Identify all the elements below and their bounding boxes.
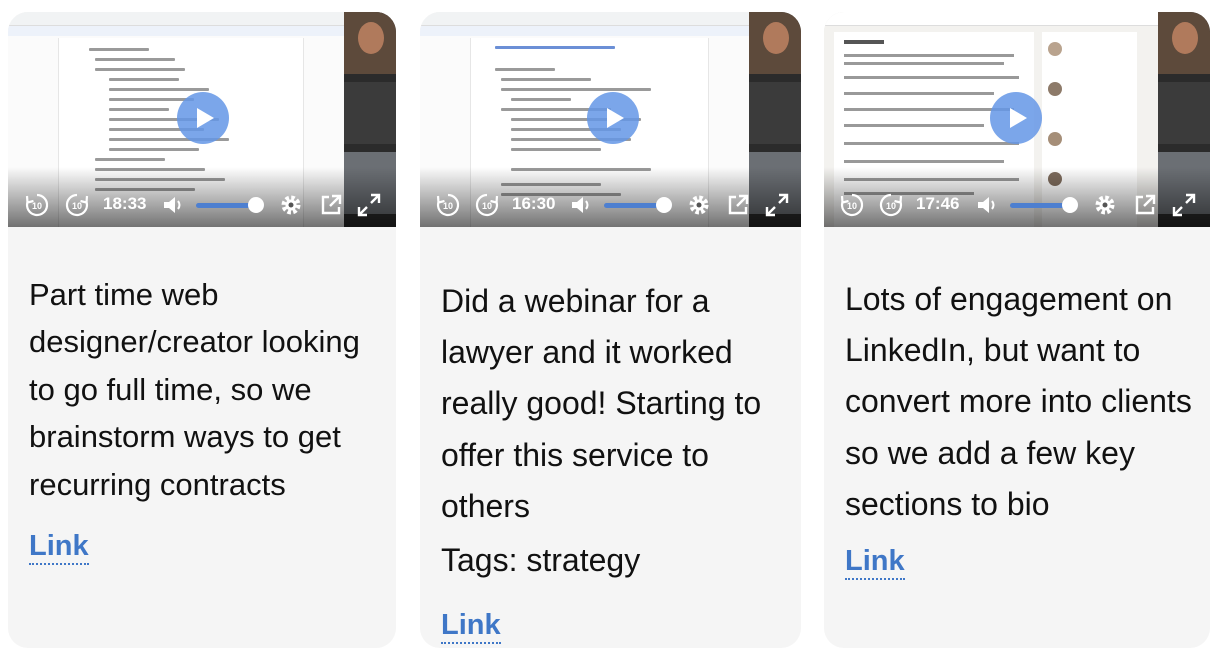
external-link-icon[interactable] bbox=[318, 192, 344, 218]
volume-icon[interactable] bbox=[974, 192, 1000, 218]
gear-icon[interactable] bbox=[278, 192, 304, 218]
rewind-label: 10 bbox=[847, 201, 857, 211]
rewind-10-icon[interactable]: 10 bbox=[839, 192, 865, 218]
volume-icon[interactable] bbox=[568, 192, 594, 218]
play-icon bbox=[607, 108, 624, 128]
forward-label: 10 bbox=[886, 201, 896, 211]
forward-10-icon[interactable]: 10 bbox=[878, 192, 904, 218]
forward-10-icon[interactable]: 10 bbox=[64, 192, 90, 218]
play-button[interactable] bbox=[177, 92, 229, 144]
video-card: 10 10 16:30 Did a webinar for a lawyer a bbox=[420, 12, 801, 648]
fullscreen-icon[interactable] bbox=[356, 192, 382, 218]
play-icon bbox=[197, 108, 214, 128]
fullscreen-icon[interactable] bbox=[764, 192, 790, 218]
video-card: 10 10 18:33 Part time web designer/creat bbox=[8, 12, 396, 648]
forward-label: 10 bbox=[482, 201, 492, 211]
video-player[interactable]: 10 10 17:46 bbox=[824, 12, 1210, 227]
play-icon bbox=[1010, 108, 1027, 128]
rewind-10-icon[interactable]: 10 bbox=[24, 192, 50, 218]
video-player[interactable]: 10 10 16:30 bbox=[420, 12, 801, 227]
video-player[interactable]: 10 10 18:33 bbox=[8, 12, 396, 227]
volume-slider-knob[interactable] bbox=[1062, 197, 1078, 213]
video-time: 18:33 bbox=[103, 194, 147, 213]
video-time: 16:30 bbox=[512, 194, 556, 213]
forward-label: 10 bbox=[72, 201, 82, 211]
video-time: 17:46 bbox=[916, 194, 960, 213]
card-link[interactable]: Link bbox=[29, 530, 89, 565]
rewind-label: 10 bbox=[32, 201, 42, 211]
video-controls: 10 10 17:46 bbox=[824, 188, 1210, 224]
card-description: Lots of engagement on LinkedIn, but want… bbox=[845, 281, 1192, 522]
card-description: Part time web designer/creator looking t… bbox=[29, 277, 360, 502]
rewind-10-icon[interactable]: 10 bbox=[435, 192, 461, 218]
card-description: Did a webinar for a lawyer and it worked… bbox=[441, 283, 762, 524]
external-link-icon[interactable] bbox=[725, 192, 751, 218]
card-link[interactable]: Link bbox=[845, 545, 905, 580]
volume-slider-knob[interactable] bbox=[656, 197, 672, 213]
card-link[interactable]: Link bbox=[441, 609, 501, 644]
video-controls: 10 10 16:30 bbox=[420, 188, 801, 224]
fullscreen-icon[interactable] bbox=[1171, 192, 1197, 218]
video-card: 10 10 17:46 Lots of engagement on Linked bbox=[824, 12, 1210, 648]
gear-icon[interactable] bbox=[686, 192, 712, 218]
gear-icon[interactable] bbox=[1092, 192, 1118, 218]
volume-slider-knob[interactable] bbox=[248, 197, 264, 213]
forward-10-icon[interactable]: 10 bbox=[474, 192, 500, 218]
volume-icon[interactable] bbox=[160, 192, 186, 218]
card-tags: Tags: strategy bbox=[441, 542, 641, 578]
rewind-label: 10 bbox=[443, 201, 453, 211]
external-link-icon[interactable] bbox=[1132, 192, 1158, 218]
play-button[interactable] bbox=[990, 92, 1042, 144]
play-button[interactable] bbox=[587, 92, 639, 144]
video-controls: 10 10 18:33 bbox=[8, 188, 396, 224]
